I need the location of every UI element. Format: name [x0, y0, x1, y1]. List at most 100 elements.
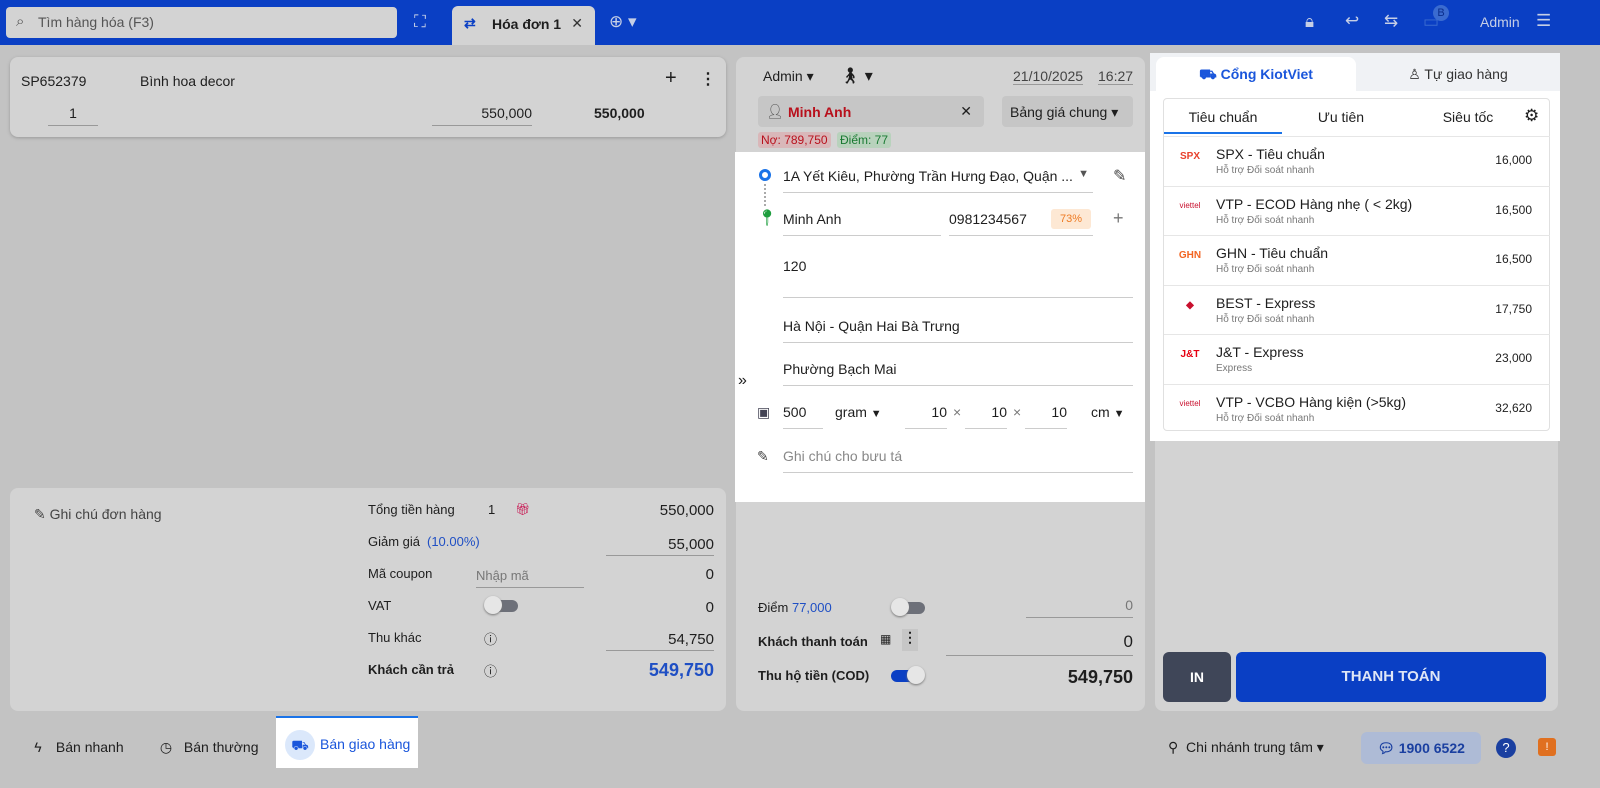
customer-pay-input[interactable]: 0	[946, 632, 1133, 656]
feedback-icon[interactable]: !	[1538, 738, 1556, 756]
print-button[interactable]: IN	[1163, 652, 1231, 702]
subtab-standard[interactable]: Tiêu chuẩn	[1164, 99, 1282, 134]
seller-select[interactable]: Admin ▾	[763, 68, 814, 85]
add-receiver-icon[interactable]: +	[1113, 208, 1124, 229]
carrier-list: Tiêu chuẩn Ưu tiên Siêu tốc ⚙ SPX SPX - …	[1163, 98, 1550, 431]
district-select[interactable]: Hà Nội - Quận Hai Bà Trưng	[783, 318, 1133, 343]
carrier-option[interactable]: J&T J&T - Express Express 23,000	[1164, 334, 1550, 383]
return-icon[interactable]: ↩	[1345, 11, 1359, 31]
gift-icon[interactable]: 🎁︎	[515, 502, 530, 516]
price-list-select[interactable]: Bảng giá chung ▾	[1002, 96, 1133, 127]
pickup-address-select[interactable]: 1A Yết Kiêu, Phường Trần Hưng Đạo, Quận …	[783, 168, 1093, 193]
walk-icon[interactable]: 🚶︎ ▾	[840, 66, 873, 86]
carrier-price: 32,620	[1495, 400, 1532, 415]
collapse-icon[interactable]: »	[738, 372, 747, 390]
subtab-priority[interactable]: Ưu tiên	[1282, 99, 1400, 125]
size-unit-select[interactable]: cm ▼	[1091, 404, 1124, 420]
menu-icon[interactable]: ☰	[1536, 11, 1551, 31]
settings-icon[interactable]: ⚙	[1524, 106, 1539, 126]
carrier-name: BEST - Express	[1216, 294, 1316, 311]
carrier-logo: GHN	[1178, 250, 1202, 261]
points-toggle[interactable]	[891, 598, 925, 616]
carrier-logo: J&T	[1180, 349, 1200, 360]
carrier-note: Express	[1216, 363, 1253, 374]
cod-toggle[interactable]	[891, 666, 925, 684]
line-total: 550,000	[594, 105, 645, 121]
width-input[interactable]: 10	[965, 404, 1007, 429]
edit-icon[interactable]: ✎	[1113, 166, 1126, 186]
discount-input[interactable]: 55,000	[606, 536, 714, 556]
mode-delivery-sale[interactable]: ⛟ Bán giao hàng	[276, 716, 418, 768]
help-icon[interactable]: ?	[1496, 738, 1516, 758]
date-field[interactable]: 21/10/2025	[1013, 68, 1084, 85]
hotline-button[interactable]: 💬︎ 1900 6522	[1361, 732, 1481, 764]
mode-quick-sale[interactable]: ϟ Bán nhanh	[24, 732, 123, 762]
points-input[interactable]: 0	[1026, 597, 1133, 618]
carrier-logo: ◆	[1186, 299, 1194, 311]
tab-invoice-1[interactable]: ⇄ Hóa đơn 1 ✕	[452, 6, 595, 45]
location-pin-icon: 📍︎	[757, 210, 778, 227]
unit-price-input[interactable]: 550,000	[432, 105, 532, 126]
carrier-option[interactable]: viettel VTP - VCBO Hàng kiện (>5kg) Hỗ t…	[1164, 383, 1550, 433]
weight-unit-select[interactable]: gram ▼	[835, 404, 882, 420]
length-input[interactable]: 10	[905, 404, 947, 429]
tab-self-delivery[interactable]: ♙ Tự giao hàng	[1356, 57, 1560, 91]
height-input[interactable]: 10	[1025, 404, 1067, 429]
close-tab-icon[interactable]: ✕	[571, 15, 583, 32]
vat-toggle[interactable]	[484, 596, 518, 614]
street-input[interactable]: 120	[783, 258, 1133, 298]
other-fee-input[interactable]: 54,750	[606, 631, 714, 651]
clear-customer-icon[interactable]: ✕	[960, 103, 972, 120]
more-icon[interactable]: ⋮	[700, 69, 716, 89]
ward-select[interactable]: Phường Bạch Mai	[783, 361, 1133, 386]
points-badge: Điểm: 77	[837, 132, 892, 148]
carrier-option[interactable]: SPX SPX - Tiêu chuẩn Hỗ trợ Đối soát nha…	[1164, 136, 1550, 185]
mode-normal-sale[interactable]: ◷ Bán thường	[152, 732, 259, 756]
order-note-button[interactable]: ✎ Ghi chú đơn hàng	[34, 506, 162, 523]
product-name: Bình hoa decor	[140, 73, 235, 89]
carrier-option[interactable]: viettel VTP - ECOD Hàng nhẹ ( < 2kg) Hỗ …	[1164, 185, 1550, 235]
carrier-option[interactable]: GHN GHN - Tiêu chuẩn Hỗ trợ Đối soát nha…	[1164, 235, 1550, 284]
courier-note-input[interactable]: Ghi chú cho bưu tá	[783, 448, 1133, 473]
product-search-input[interactable]: ⌕ Tìm hàng hóa (F3)	[6, 7, 397, 38]
subtotal-label: Tổng tiền hàng	[368, 502, 455, 517]
carrier-note: Hỗ trợ Đối soát nhanh	[1216, 412, 1315, 424]
user-menu[interactable]: Admin	[1480, 14, 1520, 30]
customer-pay-label: Khách thanh toán	[758, 634, 868, 649]
carrier-note: Hỗ trợ Đối soát nhanh	[1216, 264, 1315, 275]
order-summary: ✎ Ghi chú đơn hàng Tổng tiền hàng 1 🎁︎ 5…	[10, 488, 726, 711]
quantity-input[interactable]: 1	[48, 105, 98, 126]
carrier-name: VTP - ECOD Hàng nhẹ ( < 2kg)	[1216, 195, 1413, 212]
carrier-name: GHN - Tiêu chuẩn	[1216, 245, 1329, 261]
subtab-express[interactable]: Siêu tốc	[1404, 99, 1532, 125]
subtotal-value: 550,000	[659, 502, 714, 519]
info-icon[interactable]: ⓘ	[484, 661, 497, 680]
time-field[interactable]: 16:27	[1098, 68, 1134, 85]
search-icon: ⌕	[16, 13, 25, 30]
qr-icon[interactable]: ▦	[880, 632, 891, 646]
bag-icon[interactable]: 🔒︎	[1305, 12, 1314, 32]
note-edit-icon: ✎	[757, 448, 769, 464]
customer-field[interactable]: 👤︎ Minh Anh ✕	[758, 96, 984, 127]
carrier-option[interactable]: ◆ BEST - Express Hỗ trợ Đối soát nhanh 1…	[1164, 284, 1550, 334]
carrier-price: 16,000	[1495, 153, 1532, 167]
exchange-icon[interactable]: ⇆	[1384, 11, 1398, 31]
barcode-scan-icon[interactable]: ⛶	[414, 12, 426, 32]
receiver-name-input[interactable]: Minh Anh	[783, 211, 941, 236]
debt-badge: Nợ: 789,750	[758, 132, 831, 148]
user-icon: 👤︎	[766, 103, 784, 119]
add-tab-icon[interactable]: ⊕ ▾	[609, 12, 637, 32]
carrier-price: 16,500	[1495, 202, 1532, 217]
more-payment-icon[interactable]: ⋮	[902, 629, 918, 651]
tab-kiotviet-gateway[interactable]: ⛟ Cổng KiotViet	[1156, 57, 1356, 91]
weight-input[interactable]: 500	[783, 404, 823, 429]
carrier-price: 17,750	[1495, 301, 1532, 316]
coupon-input[interactable]: Nhập mã	[476, 568, 584, 588]
product-code: SP652379	[21, 73, 87, 89]
delivery-form: 1A Yết Kiêu, Phường Trần Hưng Đạo, Quận …	[735, 152, 1145, 502]
checkout-button[interactable]: THANH TOÁN	[1236, 652, 1546, 702]
info-icon[interactable]: ⓘ	[484, 629, 497, 648]
carrier-note: Hỗ trợ Đối soát nhanh	[1216, 165, 1315, 176]
branch-select[interactable]: ⚲ Chi nhánh trung tâm ▾	[1168, 739, 1324, 756]
add-icon[interactable]: +	[665, 67, 677, 90]
